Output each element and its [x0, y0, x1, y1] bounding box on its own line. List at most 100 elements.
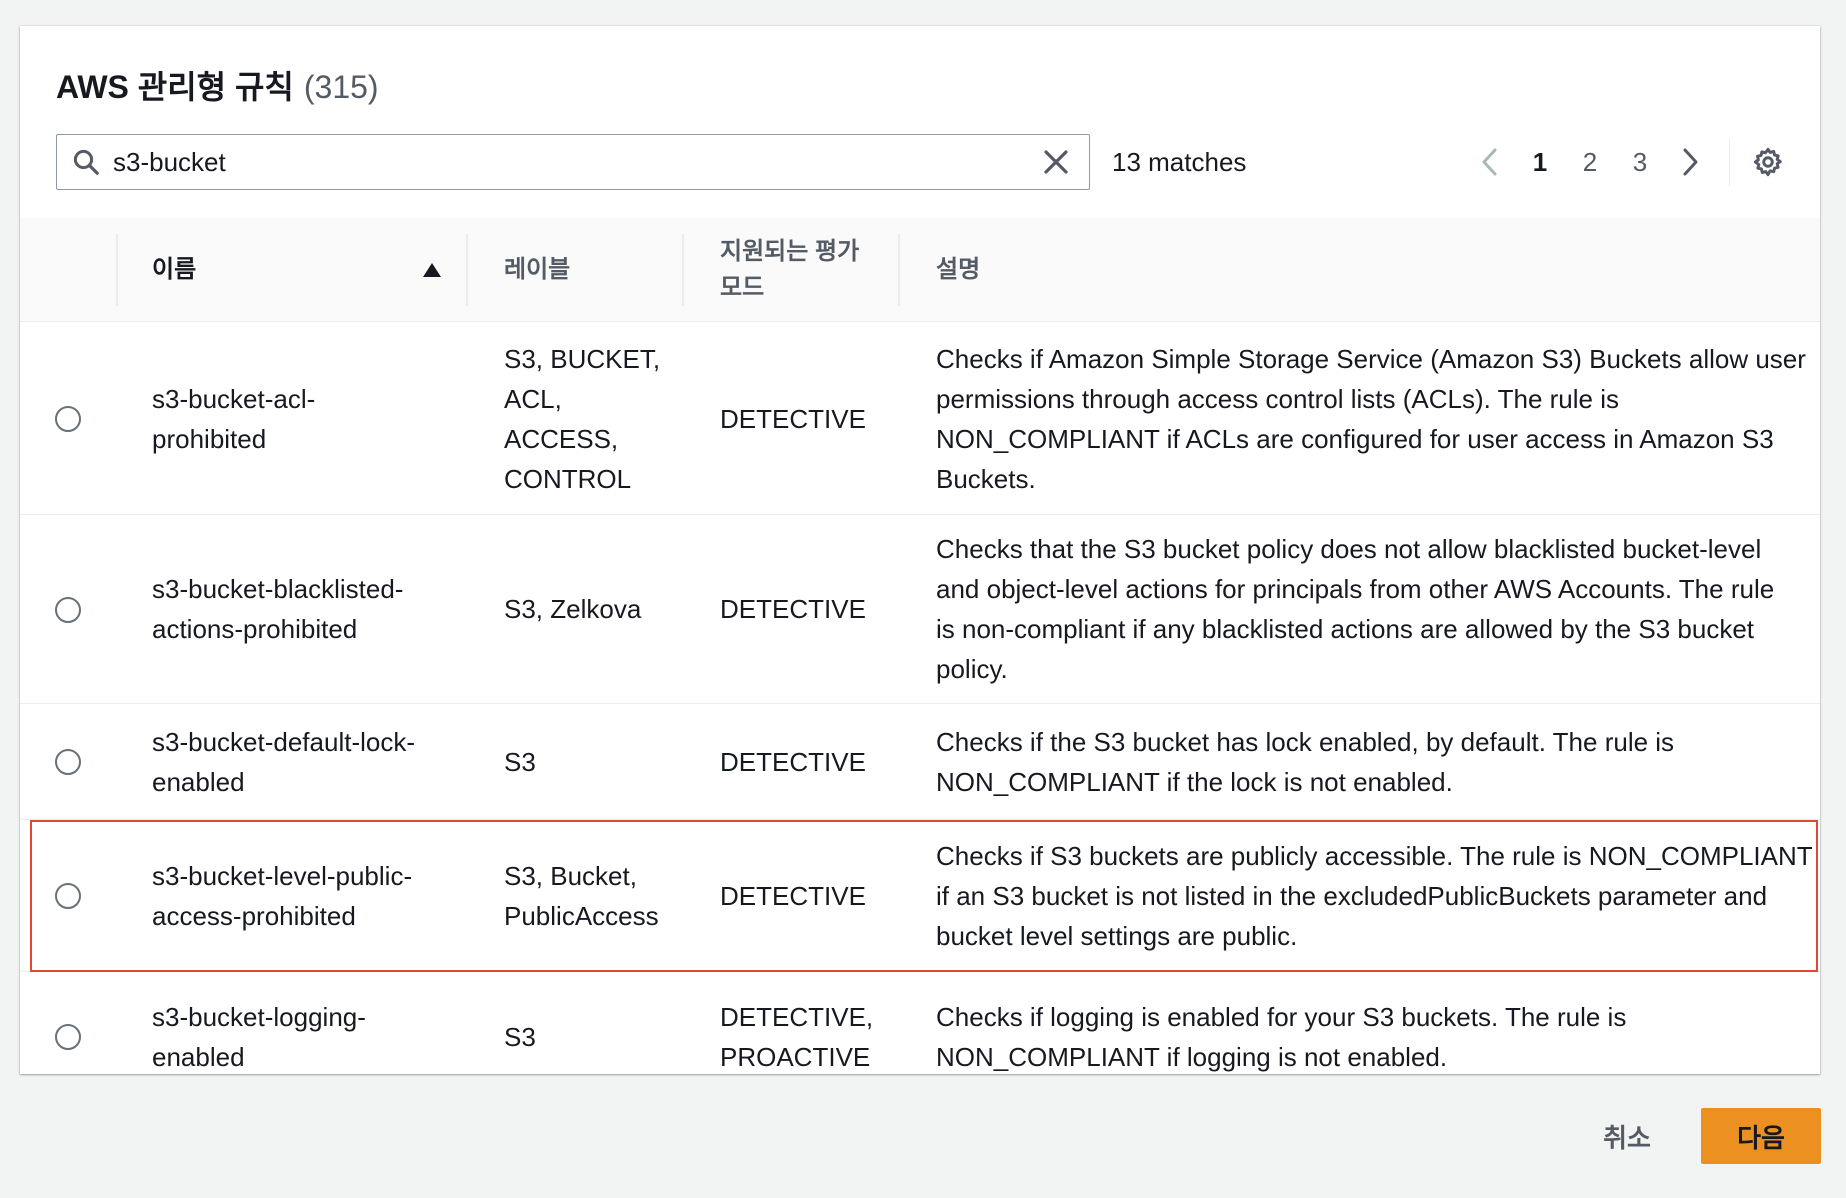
- page-3-button[interactable]: 3: [1615, 134, 1665, 190]
- row-select-radio[interactable]: [55, 883, 81, 909]
- table-row[interactable]: s3-bucket-acl-prohibited S3, BUCKET, ACL, A…: [20, 323, 1820, 515]
- column-header-evaluation-mode-label: 지원되는 평가 모드: [720, 234, 859, 306]
- rule-description-line: NON_COMPLIANT if logging is not enabled.: [936, 1042, 1448, 1072]
- page-1-button[interactable]: 1: [1515, 134, 1565, 190]
- rule-description-line: and object-level actions for principals …: [936, 574, 1775, 604]
- column-header-evaluation-mode[interactable]: 지원되는 평가 모드: [720, 218, 910, 322]
- table-row[interactable]: s3-bucket-level-public-access-prohibited…: [20, 820, 1820, 972]
- rule-name-line: s3-bucket-default-lock-: [152, 726, 415, 757]
- rule-name: s3-bucket-logging-enabled: [152, 997, 366, 1077]
- next-button[interactable]: 다음: [1701, 1108, 1821, 1164]
- previous-page-button[interactable]: [1465, 134, 1515, 190]
- column-divider: [466, 234, 468, 306]
- rule-evaluation-mode-line: DETECTIVE: [720, 746, 866, 777]
- rule-description-line: is non-compliant if any blacklisted acti…: [936, 614, 1754, 644]
- chevron-right-icon: [1683, 148, 1698, 176]
- rule-name-cell: s3-bucket-logging-enabled: [152, 972, 472, 1102]
- rule-name-line: prohibited: [152, 423, 267, 454]
- rule-labels-cell: S3, Bucket, PublicAccess: [504, 820, 704, 971]
- rule-name-line: enabled: [152, 766, 245, 797]
- cancel-button[interactable]: 취소: [1582, 1108, 1672, 1164]
- rule-name-line: s3-bucket-level-public-: [152, 860, 413, 891]
- rule-description-cell: Checks if logging is enabled for your S3…: [936, 972, 1806, 1102]
- rule-name-cell: s3-bucket-level-public-access-prohibited: [152, 820, 472, 971]
- rule-labels-cell: S3, Zelkova: [504, 515, 704, 703]
- row-select-radio[interactable]: [55, 749, 81, 775]
- page-2-button[interactable]: 2: [1565, 134, 1615, 190]
- rule-description-cell: Checks that the S3 bucket policy does no…: [936, 515, 1806, 703]
- table-row[interactable]: s3-bucket-blacklisted-actions-prohibited…: [20, 515, 1820, 704]
- rule-evaluation-mode-line: DETECTIVE: [720, 403, 866, 434]
- rule-labels-cell: S3: [504, 704, 704, 819]
- rule-name-line: s3-bucket-logging-: [152, 1002, 366, 1032]
- match-count: 13 matches: [1112, 146, 1247, 177]
- eval-mode-line-2: 모드: [720, 274, 765, 301]
- rule-name-line: enabled: [152, 1042, 245, 1072]
- table-header: 이름 레이블 지원되는 평가 모드 설명: [20, 218, 1820, 322]
- preferences-button[interactable]: [1746, 134, 1790, 190]
- search-icon: [73, 149, 99, 175]
- rule-description-line: Buckets.: [936, 463, 1036, 494]
- rule-description-line: policy.: [936, 654, 1008, 684]
- column-header-description-label: 설명: [936, 256, 981, 283]
- rule-count: (315): [303, 69, 379, 105]
- table-row[interactable]: s3-bucket-default-lock-enabled S3 DETECTIV…: [20, 704, 1820, 820]
- search-field[interactable]: [56, 134, 1090, 190]
- rule-labels-line: ACCESS,: [504, 423, 619, 454]
- clear-icon[interactable]: [1041, 147, 1071, 177]
- row-select-radio[interactable]: [55, 406, 81, 432]
- pagination: 1 2 3: [1465, 134, 1790, 190]
- sort-ascending-icon[interactable]: [422, 262, 442, 278]
- rule-labels: S3, Bucket, PublicAccess: [504, 856, 659, 936]
- rule-evaluation-mode-cell: DETECTIVE: [720, 704, 900, 819]
- rule-labels-cell: S3, BUCKET, ACL, ACCESS, CONTROL: [504, 323, 704, 514]
- rule-evaluation-mode-cell: DETECTIVE, PROACTIVE: [720, 972, 900, 1102]
- rule-name-line: s3-bucket-blacklisted-: [152, 574, 404, 604]
- rule-labels-cell: S3: [504, 972, 704, 1102]
- rule-labels: S3: [504, 742, 536, 782]
- table-row[interactable]: s3-bucket-logging-enabled S3 DETECTIVE, PRO…: [20, 972, 1820, 1102]
- rule-name: s3-bucket-default-lock-enabled: [152, 722, 415, 802]
- column-divider: [682, 234, 684, 306]
- rule-labels-line: S3: [504, 746, 536, 777]
- title-text: AWS 관리형 규칙: [56, 69, 294, 105]
- rule-evaluation-mode-cell: DETECTIVE: [720, 515, 900, 703]
- rule-description: Checks if logging is enabled for your S3…: [936, 997, 1626, 1077]
- rule-description-line: NON_COMPLIANT if ACLs are configured for…: [936, 423, 1774, 454]
- eval-mode-line-1: 지원되는 평가: [720, 238, 860, 265]
- rule-labels: S3, BUCKET, ACL, ACCESS, CONTROL: [504, 339, 660, 499]
- rule-labels-line: PublicAccess: [504, 900, 659, 931]
- rule-description-line: bucket level settings are public.: [936, 920, 1298, 951]
- rule-evaluation-mode: DETECTIVE, PROACTIVE: [720, 997, 873, 1077]
- rule-name-line: actions-prohibited: [152, 614, 358, 644]
- rule-name-line: access-prohibited: [152, 900, 356, 931]
- rule-name-cell: s3-bucket-default-lock-enabled: [152, 704, 472, 819]
- column-header-labels[interactable]: 레이블: [504, 218, 684, 322]
- rule-description-cell: Checks if Amazon Simple Storage Service …: [936, 323, 1806, 514]
- rule-labels: S3, Zelkova: [504, 589, 641, 629]
- column-header-description[interactable]: 설명: [936, 218, 1236, 322]
- rule-evaluation-mode-cell: DETECTIVE: [720, 323, 900, 514]
- column-header-name[interactable]: 이름: [152, 218, 402, 322]
- panel-title: AWS 관리형 규칙 (315): [56, 62, 379, 108]
- rule-description-line: Checks if logging is enabled for your S3…: [936, 1002, 1627, 1032]
- settings-gear-icon: [1753, 147, 1782, 177]
- rule-description: Checks that the S3 bucket policy does no…: [936, 529, 1774, 689]
- row-select-radio[interactable]: [55, 596, 81, 623]
- next-page-button[interactable]: [1665, 134, 1715, 190]
- rule-labels-line: S3, Bucket,: [504, 860, 637, 891]
- rule-evaluation-mode-line: PROACTIVE: [720, 1042, 871, 1072]
- rule-name: s3-bucket-level-public-access-prohibited: [152, 856, 412, 936]
- rule-evaluation-mode-line: DETECTIVE: [720, 594, 866, 624]
- rule-description-cell: Checks if the S3 bucket has lock enabled…: [936, 704, 1806, 819]
- column-divider: [898, 234, 900, 306]
- rule-labels-line: S3, BUCKET,: [504, 343, 661, 374]
- rule-labels-line: S3: [504, 1022, 536, 1052]
- rule-description-line: Checks if S3 buckets are publicly access…: [936, 840, 1813, 871]
- row-select-radio[interactable]: [55, 1024, 81, 1050]
- search-input[interactable]: [101, 135, 1041, 189]
- rules-panel: AWS 관리형 규칙 (315) 13 matches 1 2 3: [20, 26, 1820, 1074]
- rule-name-line: s3-bucket-acl-: [152, 383, 316, 414]
- rule-labels-line: ACL,: [504, 383, 562, 414]
- rule-labels-line: CONTROL: [504, 463, 632, 494]
